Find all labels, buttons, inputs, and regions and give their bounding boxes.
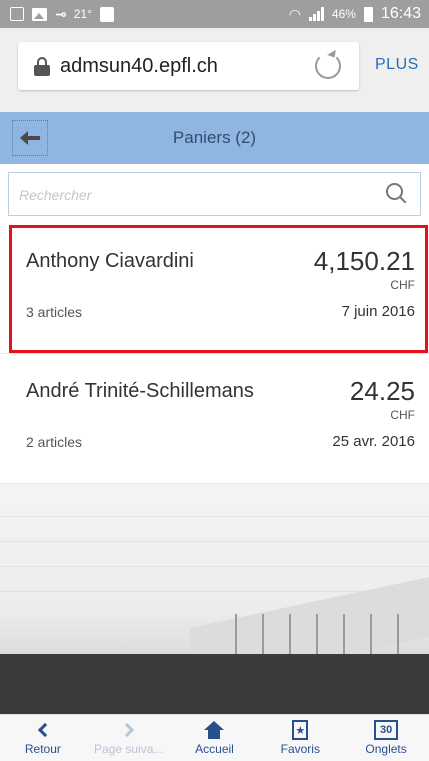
signal-icon (308, 7, 324, 21)
list-item[interactable]: André Trinité-Schillemans 24.25 CHF 2 ar… (0, 354, 429, 484)
basket-currency: CHF (390, 408, 415, 422)
toolbar-back-button[interactable]: Retour (0, 715, 86, 761)
status-bar: ⊸ 21° ◠ 46% 16:43 (0, 0, 429, 28)
basket-customer-name: André Trinité-Schillemans (26, 380, 254, 402)
url-field[interactable]: admsun40.epfl.ch (18, 42, 359, 90)
home-icon (204, 719, 225, 741)
search-bar (0, 164, 429, 224)
status-bar-left: ⊸ 21° (10, 6, 114, 23)
wifi-icon: ◠ (288, 5, 301, 22)
url-text: admsun40.epfl.ch (60, 54, 218, 77)
basket-date: 25 avr. 2016 (332, 433, 415, 450)
battery-percent: 46% (331, 7, 356, 21)
list-item[interactable]: Anthony Ciavardini 4,150.21 CHF 3 articl… (0, 224, 429, 354)
back-button[interactable] (12, 120, 48, 156)
browser-bar: admsun40.epfl.ch PLUS (0, 28, 429, 112)
app-header: Paniers (2) (0, 112, 429, 164)
plus-menu-button[interactable]: PLUS (375, 56, 419, 74)
arrow-left-icon (20, 131, 40, 145)
page-title: Paniers (2) (172, 128, 257, 147)
toolbar-tabs-label: Onglets (365, 742, 407, 756)
toolbar-tabs-button[interactable]: 30 Onglets (343, 715, 429, 761)
temperature: 21° (73, 7, 92, 21)
background-image (0, 486, 429, 714)
basket-article-count: 3 articles (26, 304, 83, 320)
search-input[interactable] (19, 183, 369, 207)
toolbar-home-button[interactable]: Accueil (172, 715, 258, 761)
chevron-right-icon (119, 719, 136, 741)
bookmark-star-icon: ★ (292, 719, 309, 741)
basket-article-count: 2 articles (26, 434, 83, 450)
image-icon (32, 7, 47, 21)
reload-icon[interactable] (315, 53, 341, 79)
toolbar-next-label: Page suiva... (94, 742, 164, 756)
toolbar-next-button[interactable]: Page suiva... (86, 715, 172, 761)
basket-currency: CHF (390, 278, 415, 292)
browser-toolbar: Retour Page suiva... Accueil ★ Favoris 3… (0, 714, 429, 761)
chevron-left-icon (36, 719, 52, 741)
tabs-count: 30 (374, 720, 399, 740)
search-icon[interactable] (386, 183, 408, 205)
status-bar-right: ◠ 46% 16:43 (289, 5, 421, 23)
basket-list: Anthony Ciavardini 4,150.21 CHF 3 articl… (0, 224, 429, 484)
basket-date: 7 juin 2016 (341, 303, 415, 320)
lock-icon (34, 57, 50, 76)
toolbar-favorites-button[interactable]: ★ Favoris (257, 715, 343, 761)
basket-customer-name: Anthony Ciavardini (26, 250, 194, 272)
key-icon: ⊸ (55, 5, 67, 22)
basket-amount: 24.25 (349, 376, 415, 406)
tabs-icon: 30 (374, 719, 399, 741)
search-box (8, 172, 421, 216)
notes-icon (10, 7, 24, 21)
battery-icon (363, 6, 373, 22)
toolbar-back-label: Retour (24, 742, 61, 756)
clipboard-icon (99, 6, 114, 22)
basket-amount: 4,150.21 (313, 246, 415, 276)
toolbar-favorites-label: Favoris (280, 742, 320, 756)
clock: 16:43 (380, 5, 421, 22)
toolbar-home-label: Accueil (195, 742, 234, 756)
